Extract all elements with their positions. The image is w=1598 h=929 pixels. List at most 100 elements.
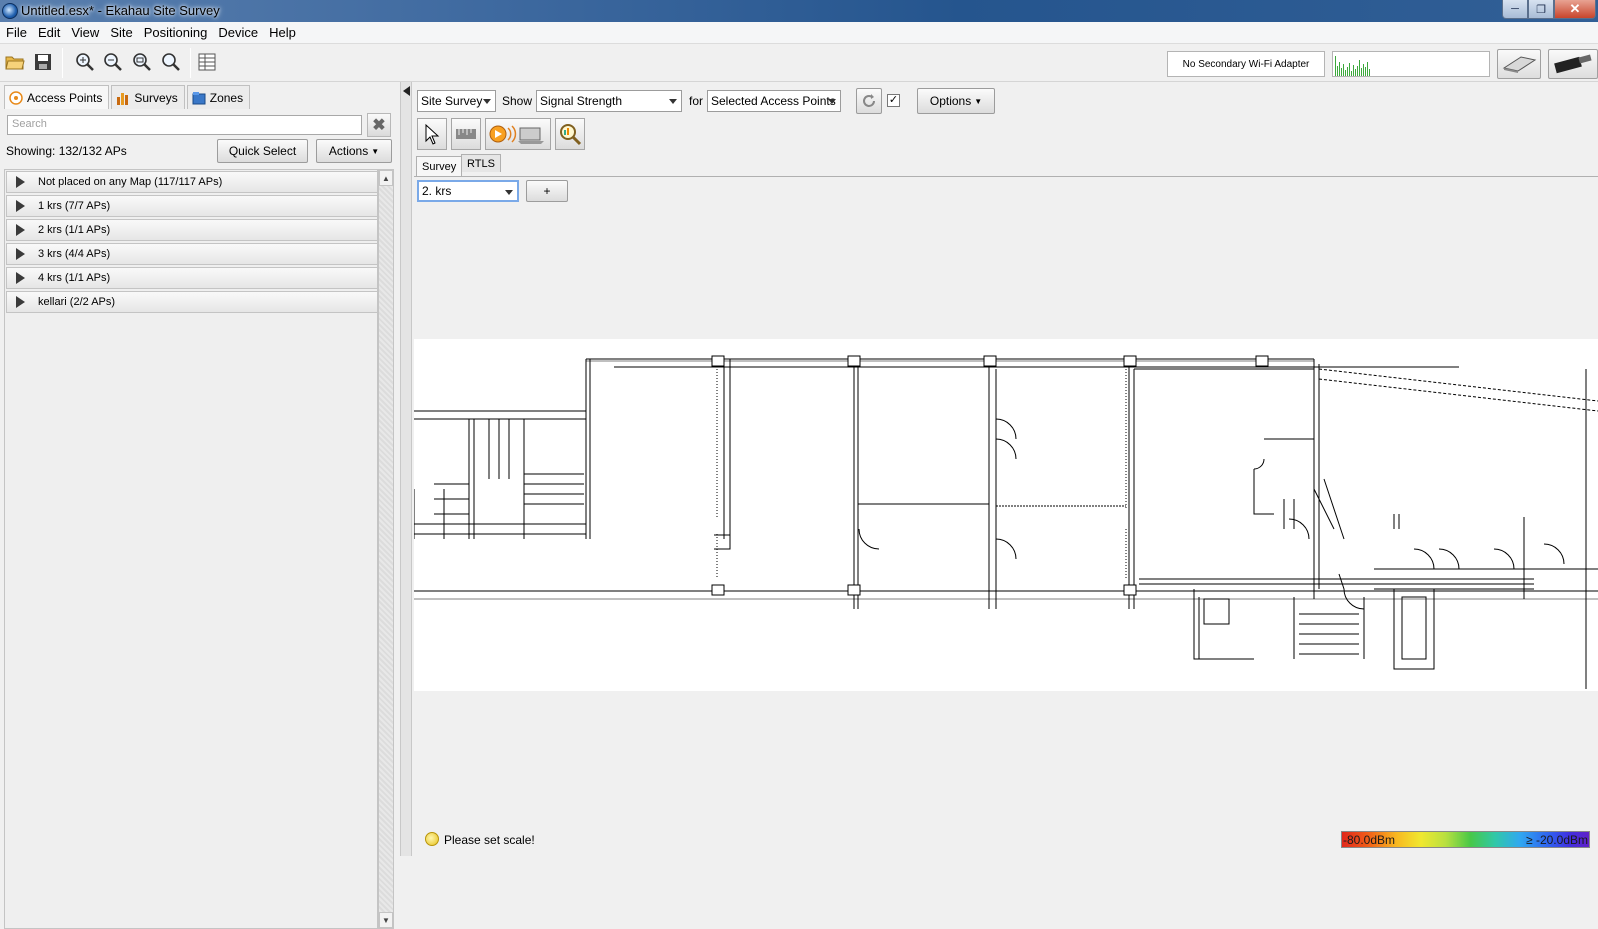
scroll-up-icon[interactable]: ▲ xyxy=(379,170,393,186)
ap-group-row[interactable]: Not placed on any Map (117/117 APs) xyxy=(6,171,378,193)
expand-arrow-icon xyxy=(16,296,25,308)
ap-group-row[interactable]: 4 krs (1/1 APs) xyxy=(6,267,378,289)
search-input[interactable]: Search xyxy=(7,115,362,135)
open-folder-icon[interactable] xyxy=(3,50,27,74)
tab-label: Surveys xyxy=(134,90,178,105)
clear-search-icon[interactable]: ✖ xyxy=(367,113,391,137)
for-value: Selected Access Points xyxy=(711,94,836,108)
ap-group-row[interactable]: 1 krs (7/7 APs) xyxy=(6,195,378,217)
toolbar-separator xyxy=(190,48,191,78)
ruler-icon[interactable] xyxy=(451,118,481,150)
for-label: for xyxy=(689,94,704,108)
panel-splitter[interactable] xyxy=(400,82,412,856)
dropdown-arrow-icon xyxy=(824,91,840,111)
window-title: Untitled.esx* - Ekahau Site Survey xyxy=(21,3,220,18)
menu-site[interactable]: Site xyxy=(105,25,137,40)
menu-help[interactable]: Help xyxy=(264,25,301,40)
auto-refresh-checkbox[interactable]: ✓ xyxy=(887,94,900,107)
show-value: Signal Strength xyxy=(540,94,623,108)
ap-group-label: Not placed on any Map (117/117 APs) xyxy=(38,176,223,188)
ap-group-label: 2 krs (1/1 APs) xyxy=(38,224,111,236)
expand-arrow-icon xyxy=(16,176,25,188)
options-label: Options xyxy=(929,94,972,108)
tab-label: Access Points xyxy=(27,90,103,105)
ap-group-list: Not placed on any Map (117/117 APs) 1 kr… xyxy=(4,169,378,929)
tab-surveys[interactable]: Surveys xyxy=(111,85,185,109)
title-bar: Untitled.esx* - Ekahau Site Survey ─ ❐ ✕ xyxy=(0,0,1598,22)
legend-min: -80.0dBm xyxy=(1343,832,1396,847)
minimize-button[interactable]: ─ xyxy=(1502,0,1528,19)
dropdown-arrow-icon xyxy=(501,182,517,202)
ap-group-row[interactable]: 3 krs (4/4 APs) xyxy=(6,243,378,265)
tab-label: Zones xyxy=(209,90,244,105)
zoom-in-icon[interactable] xyxy=(73,50,97,74)
wifi-adapter-device-icon[interactable] xyxy=(1497,49,1541,79)
signal-graph xyxy=(1332,51,1490,77)
access-point-icon xyxy=(9,90,23,105)
actions-button[interactable]: Actions ▼ xyxy=(316,139,392,163)
add-floor-button[interactable]: + xyxy=(526,180,568,202)
scroll-down-icon[interactable]: ▼ xyxy=(379,912,393,928)
refresh-icon[interactable] xyxy=(856,88,882,114)
ap-group-label: 3 krs (4/4 APs) xyxy=(38,248,111,260)
save-icon[interactable] xyxy=(31,50,55,74)
left-panel: Access Points Surveys Zones Search ✖ Sho… xyxy=(0,82,400,929)
zones-icon xyxy=(192,91,206,104)
tab-survey[interactable]: Survey xyxy=(416,156,463,176)
mode-select[interactable]: Site Survey xyxy=(417,90,496,112)
ap-group-row[interactable]: 2 krs (1/1 APs) xyxy=(6,219,378,241)
tab-divider xyxy=(414,176,1598,177)
show-label: Show xyxy=(502,94,533,108)
table-icon[interactable] xyxy=(195,50,219,74)
surveys-icon xyxy=(117,92,129,105)
dropdown-arrow-icon xyxy=(479,91,495,111)
zoom-actual-icon[interactable] xyxy=(159,50,183,74)
expand-arrow-icon xyxy=(16,224,25,236)
dropdown-arrow-icon xyxy=(665,91,681,111)
analyze-magnifier-icon[interactable] xyxy=(555,118,585,150)
window-controls: ─ ❐ ✕ xyxy=(1502,0,1596,20)
quick-select-button[interactable]: Quick Select xyxy=(217,139,308,163)
chevron-down-icon: ▼ xyxy=(974,96,983,106)
menu-device[interactable]: Device xyxy=(213,25,263,40)
showing-count: Showing: 132/132 APs xyxy=(6,144,127,158)
warning-icon xyxy=(425,832,439,846)
collapse-arrow-icon[interactable] xyxy=(403,86,410,96)
for-select[interactable]: Selected Access Points xyxy=(707,90,841,112)
select-pointer-icon[interactable] xyxy=(417,118,447,150)
tab-rtls[interactable]: RTLS xyxy=(461,154,501,172)
app-icon xyxy=(2,3,18,19)
zoom-out-icon[interactable] xyxy=(101,50,125,74)
survey-start-icon[interactable] xyxy=(485,118,551,150)
toolbar-separator xyxy=(62,48,63,78)
menu-file[interactable]: File xyxy=(1,25,32,40)
expand-arrow-icon xyxy=(16,200,25,212)
tab-access-points[interactable]: Access Points xyxy=(4,85,110,109)
menu-edit[interactable]: Edit xyxy=(33,25,65,40)
menu-view[interactable]: View xyxy=(66,25,104,40)
ap-list-scrollbar[interactable]: ▲ ▼ xyxy=(378,169,394,929)
floor-select[interactable]: 2. krs xyxy=(417,180,519,202)
left-tabs: Access Points Surveys Zones xyxy=(4,85,252,109)
expand-arrow-icon xyxy=(16,248,25,260)
zoom-fit-icon[interactable] xyxy=(130,50,154,74)
ap-group-label: 4 krs (1/1 APs) xyxy=(38,272,111,284)
close-button[interactable]: ✕ xyxy=(1554,0,1596,19)
tab-zones[interactable]: Zones xyxy=(186,85,251,109)
signal-strength-legend: -80.0dBm ≥ -20.0dBm xyxy=(1341,831,1590,848)
mode-value: Site Survey xyxy=(421,94,483,108)
options-button[interactable]: Options ▼ xyxy=(917,88,995,114)
ap-group-label: kellari (2/2 APs) xyxy=(38,296,116,308)
floor-plan-map[interactable] xyxy=(413,339,1598,691)
restore-button[interactable]: ❐ xyxy=(1528,0,1554,19)
gps-device-icon[interactable] xyxy=(1548,49,1598,79)
menu-positioning[interactable]: Positioning xyxy=(139,25,213,40)
ap-group-label: 1 krs (7/7 APs) xyxy=(38,200,111,212)
chevron-down-icon: ▼ xyxy=(371,146,380,156)
signal-bars-icon xyxy=(1335,56,1370,76)
ap-group-row[interactable]: kellari (2/2 APs) xyxy=(6,291,378,313)
floor-value: 2. krs xyxy=(422,184,452,198)
show-select[interactable]: Signal Strength xyxy=(536,90,682,112)
menu-bar: File Edit View Site Positioning Device H… xyxy=(0,22,1598,44)
status-message: Please set scale! xyxy=(444,833,535,847)
